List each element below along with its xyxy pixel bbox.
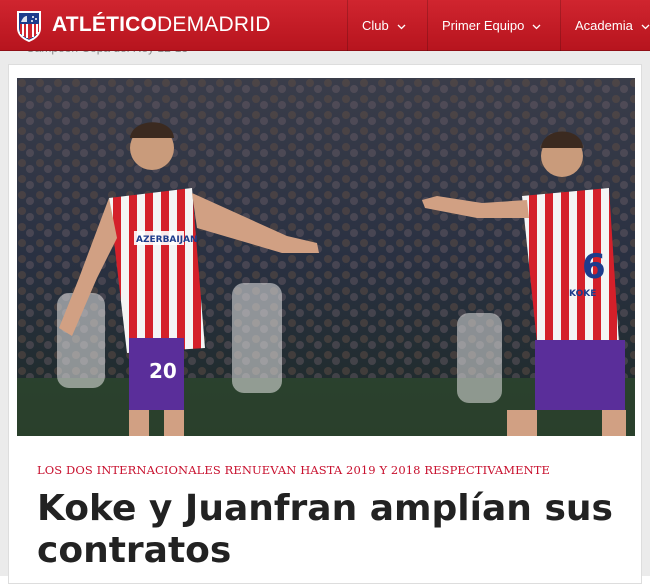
left-player-number: 20: [149, 359, 177, 383]
chevron-down-icon: [532, 24, 541, 29]
nav-item-label: Club: [362, 18, 389, 33]
right-player-number: 6: [582, 247, 606, 287]
right-player-name: KOKE: [569, 289, 596, 299]
left-player-sponsor: AZERBAIJAN: [136, 235, 198, 245]
chevron-down-icon: [397, 24, 406, 29]
site-header: ATLÉTICODEMADRID Club Primer Equipo Acad…: [0, 0, 650, 51]
nav-item-primer-equipo[interactable]: Primer Equipo: [427, 0, 551, 51]
brand-word-atletico: ATLÉTICO: [52, 13, 158, 36]
nav-item-club[interactable]: Club: [347, 0, 418, 51]
chevron-down-icon: [641, 24, 650, 29]
article-hero-image[interactable]: 20 AZERBAIJAN 6 KOKE: [17, 78, 635, 436]
article-kicker: LOS DOS INTERNACIONALES RENUEVAN HASTA 2…: [37, 463, 551, 477]
nav-item-label: Primer Equipo: [442, 18, 525, 33]
club-crest-icon[interactable]: [16, 8, 42, 42]
brand-word-demadrid: DEMADRID: [157, 13, 271, 36]
players-celebrating-image: 20 AZERBAIJAN 6 KOKE: [17, 78, 635, 436]
nav-item-academia[interactable]: Academia: [560, 0, 650, 51]
nav-item-label: Academia: [575, 18, 633, 33]
article-headline: Koke y Juanfran amplían sus contratos: [37, 488, 613, 571]
brand-wordmark[interactable]: ATLÉTICODEMADRID: [52, 13, 271, 37]
